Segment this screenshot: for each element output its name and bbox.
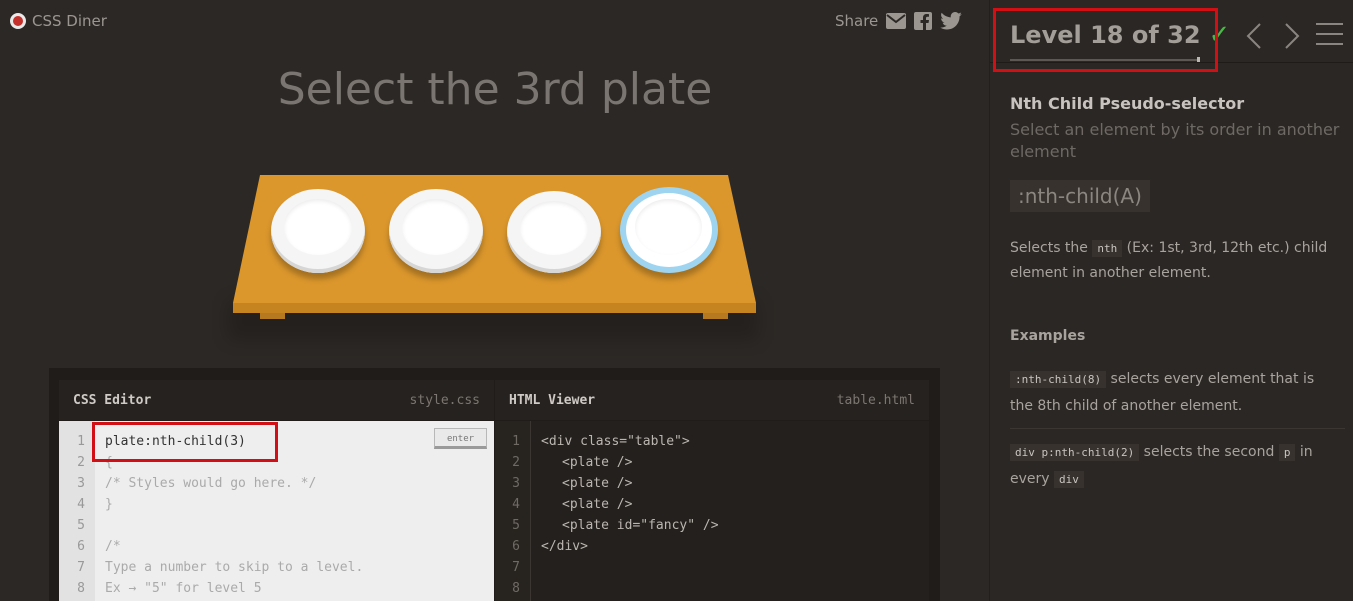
markup-line[interactable]: <div class="table">	[541, 431, 719, 452]
level-highlight-box	[993, 8, 1218, 72]
example-token: div	[1054, 471, 1084, 488]
plate-fancy[interactable]	[620, 187, 718, 273]
html-viewer-body: 1 2 3 4 5 6 7 8 <div class="table"> <pla…	[495, 421, 929, 601]
line-number: 3	[77, 476, 85, 491]
plate-1[interactable]	[271, 189, 365, 273]
html-viewer-filename: table.html	[836, 392, 915, 408]
line-number: 5	[512, 518, 520, 533]
logo[interactable]: CSS Diner	[10, 12, 107, 30]
task-title: Select the 3rd plate	[277, 64, 713, 115]
line-number: 8	[512, 581, 520, 596]
css-line-numbers: 1 2 3 4 5 6 7 8	[59, 421, 95, 601]
markup-line[interactable]: <plate />	[541, 473, 719, 494]
enter-button[interactable]: enter	[434, 428, 487, 449]
html-line-numbers: 1 2 3 4 5 6 7 8	[495, 421, 531, 601]
selector-syntax: :nth-child(A)	[1010, 180, 1150, 212]
logo-icon	[10, 13, 26, 29]
code-line: /* Styles would go here. */	[105, 476, 317, 491]
css-editor-filename: style.css	[409, 392, 480, 408]
css-editor: CSS Editor style.css 1 2 3 4 5 6 7 8 pla…	[59, 380, 494, 601]
share-label: Share	[835, 12, 879, 30]
example-code: :nth-child(8)	[1010, 371, 1107, 388]
line-number: 1	[512, 434, 520, 449]
markup-line[interactable]: <plate />	[541, 452, 719, 473]
twitter-icon[interactable]	[940, 12, 963, 30]
html-code: <div class="table"> <plate /> <plate /> …	[531, 421, 719, 601]
html-viewer-header: HTML Viewer table.html	[495, 380, 929, 420]
logo-text: CSS Diner	[32, 12, 107, 30]
selector-description: Selects the nth (Ex: 1st, 3rd, 12th etc.…	[1010, 236, 1330, 285]
code-line: Type a number to skip to a level.	[105, 560, 364, 575]
markup-line[interactable]: <plate id="fancy" />	[541, 515, 719, 536]
code-line: /*	[105, 539, 121, 554]
input-highlight-box	[92, 422, 278, 462]
line-number: 4	[77, 497, 85, 512]
prev-level-icon[interactable]	[1242, 20, 1266, 52]
example-text: selects the second	[1139, 444, 1279, 460]
example-2: div p:nth-child(2) selects the second p …	[1010, 439, 1340, 493]
desc-text: Selects the	[1010, 240, 1093, 256]
example-1: :nth-child(8) selects every element that…	[1010, 366, 1340, 419]
markup-line[interactable]: <plate />	[541, 494, 719, 515]
mail-icon[interactable]	[886, 13, 907, 29]
facebook-icon[interactable]	[914, 12, 933, 30]
markup-line	[541, 557, 719, 578]
markup-line[interactable]: </div>	[541, 536, 719, 557]
line-number: 6	[512, 539, 520, 554]
line-number: 3	[512, 476, 520, 491]
examples-divider	[1010, 428, 1345, 429]
plate-2[interactable]	[389, 189, 483, 273]
html-viewer-title: HTML Viewer	[509, 392, 596, 408]
line-number: 8	[77, 581, 85, 596]
share-bar: Share	[835, 12, 963, 30]
selector-name: Nth Child Pseudo-selector	[1010, 94, 1245, 113]
selector-title: Select an element by its order in anothe…	[1010, 120, 1340, 161]
line-number: 7	[512, 560, 520, 575]
menu-icon[interactable]	[1316, 23, 1343, 47]
sidebar: Level 18 of 32 ✓ Nth Child Pseudo-select…	[990, 0, 1353, 601]
line-number: 4	[512, 497, 520, 512]
example-token: p	[1278, 444, 1296, 461]
line-number: 6	[77, 539, 85, 554]
next-level-icon[interactable]	[1280, 20, 1304, 52]
css-editor-header: CSS Editor style.css	[59, 380, 494, 420]
line-number: 2	[77, 455, 85, 470]
line-number: 2	[512, 455, 520, 470]
css-editor-title: CSS Editor	[73, 392, 152, 408]
code-line: }	[105, 497, 113, 512]
line-number: 1	[77, 434, 85, 449]
plate-3[interactable]	[507, 191, 601, 273]
example-code: div p:nth-child(2)	[1010, 444, 1140, 461]
table	[233, 175, 756, 320]
html-viewer: HTML Viewer table.html 1 2 3 4 5 6 7 8 <…	[495, 380, 929, 601]
markup-line	[541, 578, 719, 599]
line-number: 7	[77, 560, 85, 575]
line-number: 5	[77, 518, 85, 533]
desc-token: nth	[1092, 240, 1123, 257]
examples-heading: Examples	[1010, 328, 1086, 344]
code-line: Ex → "5" for level 5	[105, 581, 262, 596]
